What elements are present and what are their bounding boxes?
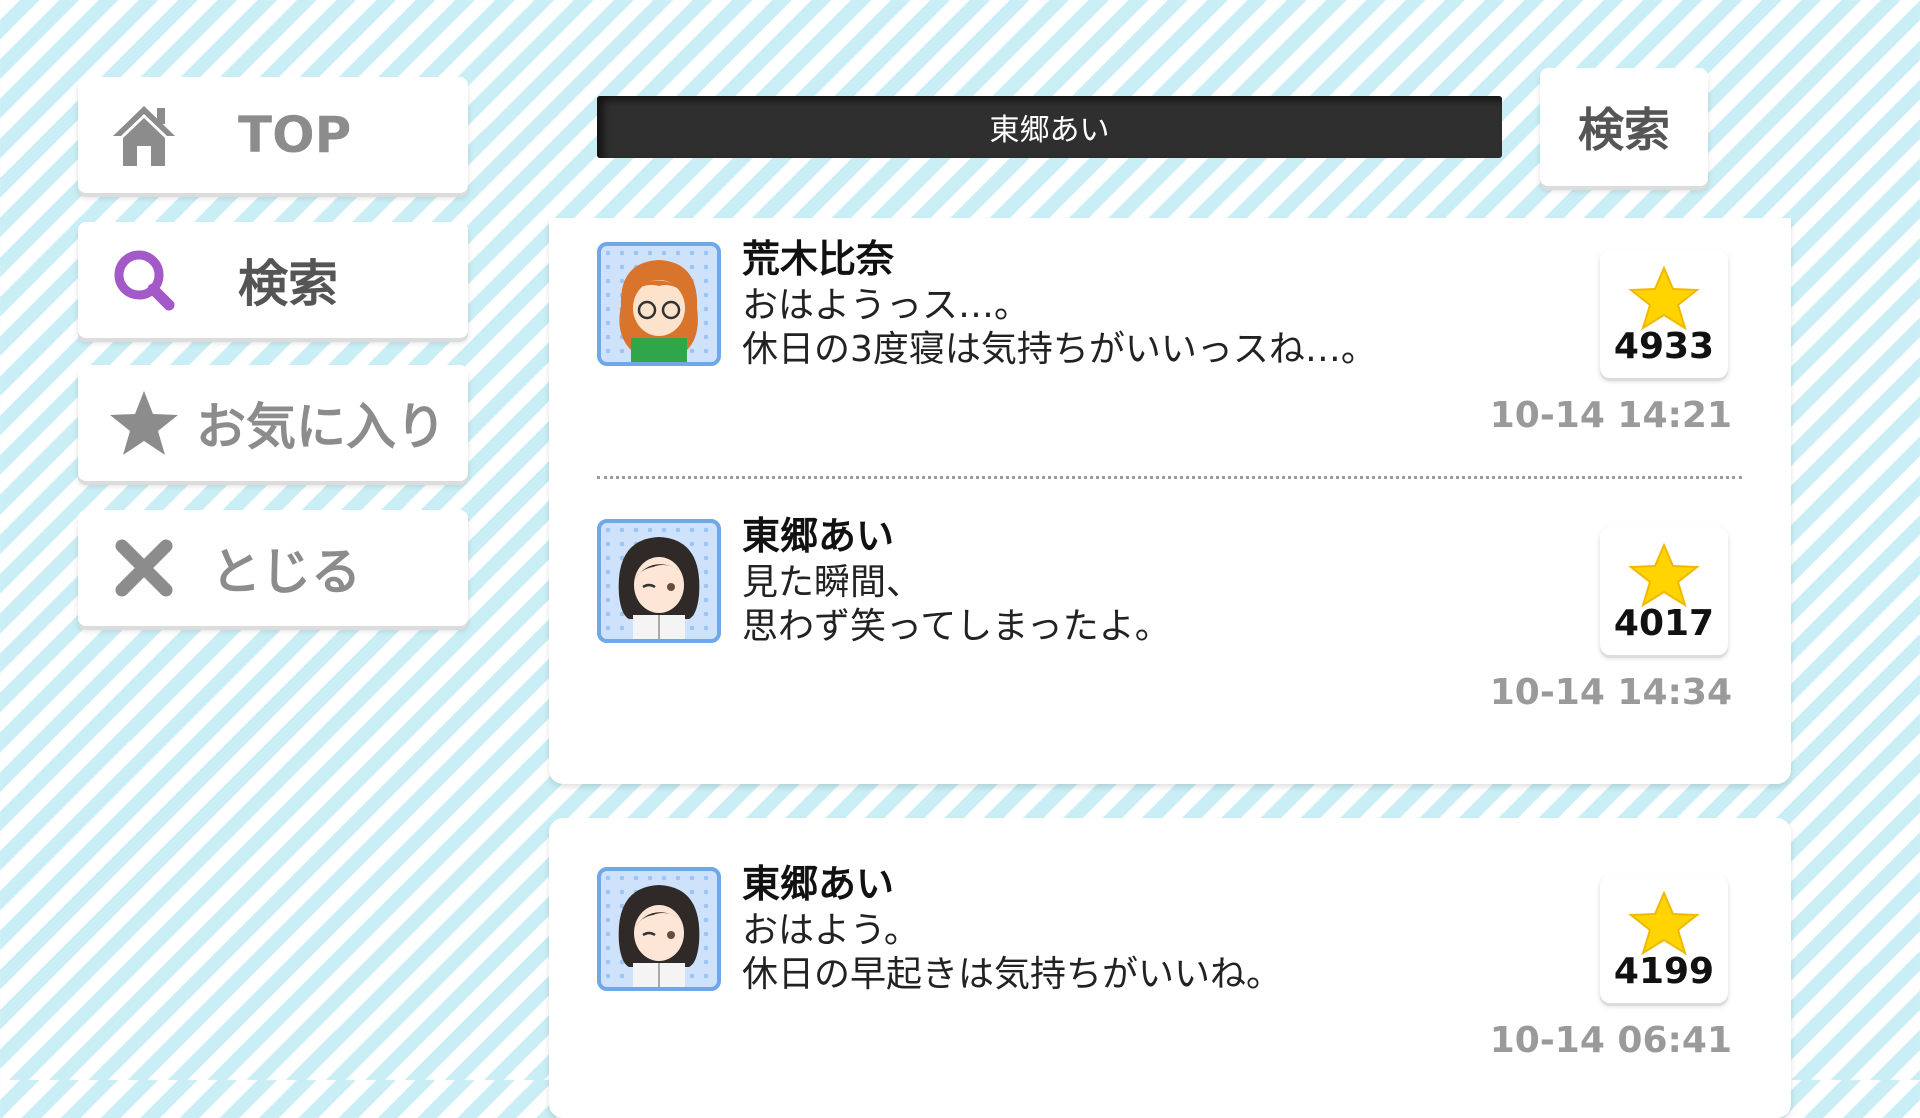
search-button[interactable]: 検索 xyxy=(1540,68,1708,186)
list-item: 東郷あい おはよう。 休日の早起きは気持ちがいいね。 4199 10-14 06… xyxy=(597,845,1742,1061)
post-line: 休日の早起きは気持ちがいいね。 xyxy=(742,954,1283,995)
close-icon xyxy=(108,532,180,604)
top-button[interactable]: TOP xyxy=(78,77,468,193)
home-icon xyxy=(108,99,180,171)
like-count: 4017 xyxy=(1613,603,1715,644)
search-input[interactable] xyxy=(597,96,1502,158)
search-nav-label: 検索 xyxy=(238,255,338,313)
post-text: 見た瞬間、 思わず笑ってしまったよ。 xyxy=(742,561,1171,649)
favorites-label: お気に入り xyxy=(196,398,446,456)
like-button[interactable]: 4199 xyxy=(1600,875,1728,1003)
avatar[interactable] xyxy=(597,867,721,991)
search-icon xyxy=(108,244,180,316)
post-text: おはよう。 休日の早起きは気持ちがいいね。 xyxy=(742,909,1282,997)
timestamp: 10-14 14:21 xyxy=(1489,395,1732,436)
top-label: TOP xyxy=(238,106,352,164)
post-line: おはよう。 xyxy=(742,910,920,951)
timestamp: 10-14 06:41 xyxy=(1489,1020,1732,1061)
star-icon xyxy=(108,387,180,459)
list-item: 東郷あい 見た瞬間、 思わず笑ってしまったよ。 4017 10-14 14:34 xyxy=(597,497,1742,713)
divider xyxy=(597,476,1742,479)
search-nav-button[interactable]: 検索 xyxy=(78,222,468,338)
poster-name: 東郷あい xyxy=(742,514,895,558)
post-line: 休日の3度寝は気持ちがいいっスね…。 xyxy=(742,329,1377,370)
post-text: おはようっス…。 休日の3度寝は気持ちがいいっスね…。 xyxy=(742,284,1377,372)
poster-name: 荒木比奈 xyxy=(742,237,895,281)
favorites-button[interactable]: お気に入り xyxy=(78,365,468,481)
close-label: とじる xyxy=(211,543,361,601)
timestamp: 10-14 14:34 xyxy=(1489,672,1732,713)
like-button[interactable]: 4933 xyxy=(1600,250,1728,378)
avatar[interactable] xyxy=(597,519,721,643)
list-item: 荒木比奈 おはようっス…。 休日の3度寝は気持ちがいいっスね…。 4933 10… xyxy=(597,220,1742,436)
post-line: 見た瞬間、 xyxy=(742,562,923,603)
avatar[interactable] xyxy=(597,242,721,366)
like-count: 4199 xyxy=(1613,951,1715,992)
poster-name: 東郷あい xyxy=(742,862,895,906)
like-button[interactable]: 4017 xyxy=(1600,527,1728,655)
close-button[interactable]: とじる xyxy=(78,510,468,626)
like-count: 4933 xyxy=(1613,326,1715,367)
post-line: おはようっス…。 xyxy=(742,285,1031,326)
post-line: 思わず笑ってしまったよ。 xyxy=(742,606,1171,647)
